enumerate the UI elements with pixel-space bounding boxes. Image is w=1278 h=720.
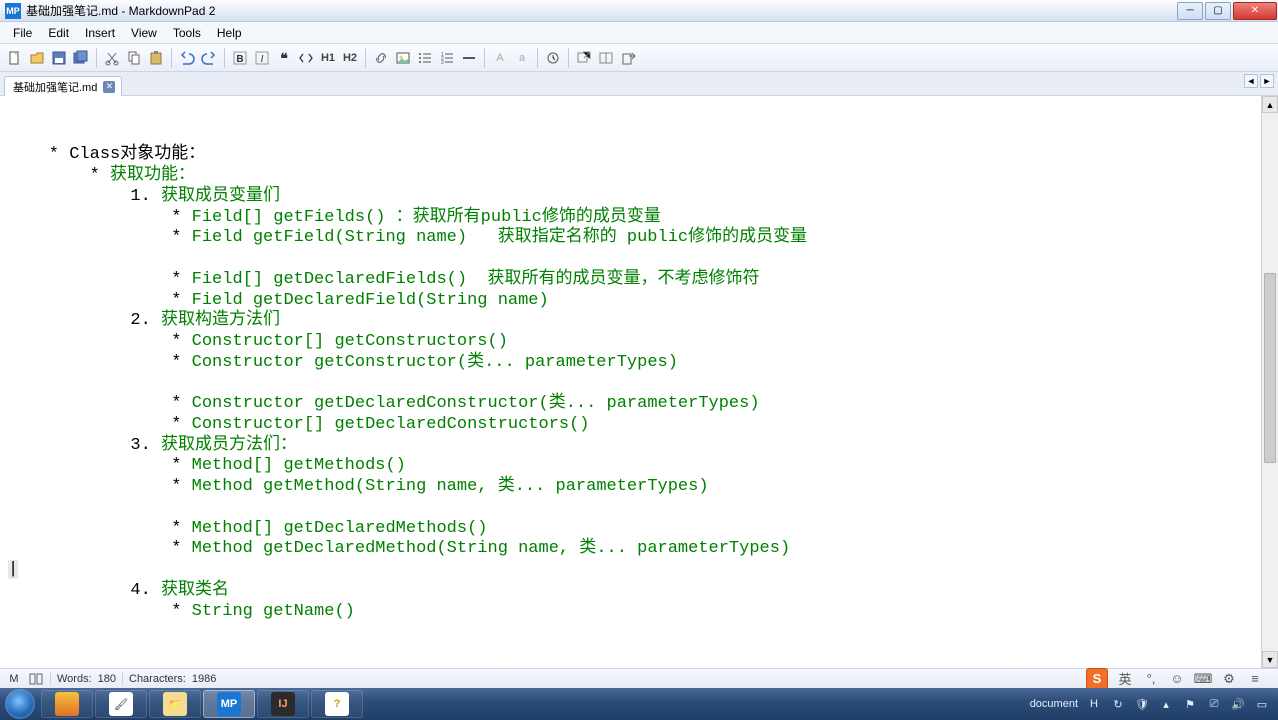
menu-insert[interactable]: Insert	[77, 24, 123, 42]
system-tray: document H ↻ 🛡 ▴ ⚑ ⎚ 🔊 ▭	[1030, 696, 1278, 712]
tray-more-icon[interactable]: ▴	[1158, 696, 1174, 712]
link-icon[interactable]	[371, 48, 391, 68]
taskbar: 🖌 📁 MP IJ ? document H ↻ 🛡 ▴ ⚑ ⎚ 🔊 ▭	[0, 688, 1278, 720]
status-bar: M Words: 180 Characters: 1986 S 英 °, ☺ ⌨…	[0, 668, 1278, 688]
tab-document[interactable]: 基础加强笔记.md ✕	[4, 76, 122, 96]
scroll-up-button[interactable]: ▲	[1262, 96, 1278, 113]
tab-close-icon[interactable]: ✕	[103, 81, 115, 93]
save-icon[interactable]	[49, 48, 69, 68]
words-label: Words:	[57, 673, 92, 685]
menu-help[interactable]: Help	[209, 24, 250, 42]
task-paint[interactable]: 🖌	[95, 690, 147, 718]
separator	[568, 48, 569, 68]
heading1-button[interactable]: H1	[318, 48, 338, 68]
preview-split-icon[interactable]	[596, 48, 616, 68]
ime-soft-keyboard-icon[interactable]: ⌨	[1194, 670, 1212, 688]
tray-action-icon[interactable]: ⚑	[1182, 696, 1198, 712]
ime-menu-icon[interactable]: ≡	[1246, 670, 1264, 688]
ime-punct-button[interactable]: °,	[1142, 670, 1160, 688]
tray-ime-icon[interactable]: H	[1086, 696, 1102, 712]
scroll-thumb[interactable]	[1264, 273, 1276, 463]
menu-view[interactable]: View	[123, 24, 165, 42]
tray-volume-icon[interactable]: 🔊	[1230, 696, 1246, 712]
separator	[122, 672, 123, 686]
toolbar: B I ❝ H1 H2 123 A a	[0, 44, 1278, 72]
separator	[484, 48, 485, 68]
svg-text:I: I	[261, 54, 264, 65]
window-controls: ─ ▢ ✕	[1176, 2, 1278, 20]
font-larger-button[interactable]: A	[490, 48, 510, 68]
code-icon[interactable]	[296, 48, 316, 68]
ordered-list-icon[interactable]: 123	[437, 48, 457, 68]
paste-icon[interactable]	[146, 48, 166, 68]
redo-icon[interactable]	[199, 48, 219, 68]
quote-icon[interactable]: ❝	[274, 48, 294, 68]
tray-network-icon[interactable]: ⎚	[1206, 696, 1222, 712]
export-icon[interactable]	[618, 48, 638, 68]
italic-icon[interactable]: I	[252, 48, 272, 68]
preview-external-icon[interactable]	[574, 48, 594, 68]
save-all-icon[interactable]	[71, 48, 91, 68]
tab-strip: 基础加强笔记.md ✕ ◄ ►	[0, 72, 1278, 96]
ime-lang-button[interactable]: 英	[1116, 670, 1134, 688]
vertical-scrollbar[interactable]: ▲ ▼	[1261, 96, 1278, 668]
open-file-icon[interactable]	[27, 48, 47, 68]
bold-icon[interactable]: B	[230, 48, 250, 68]
markdown-mode-icon[interactable]: M	[6, 672, 22, 686]
menu-tools[interactable]: Tools	[165, 24, 209, 42]
task-intellij[interactable]: IJ	[257, 690, 309, 718]
editor-area: * Class对象功能： * 获取功能： 1. 获取成员变量们 * Field[…	[0, 96, 1278, 668]
tray-document-label: document	[1030, 698, 1078, 710]
menu-bar: File Edit Insert View Tools Help	[0, 22, 1278, 44]
separator	[224, 48, 225, 68]
menu-file[interactable]: File	[5, 24, 40, 42]
new-file-icon[interactable]	[5, 48, 25, 68]
font-smaller-button[interactable]: a	[512, 48, 532, 68]
app-icon: MP	[5, 3, 21, 19]
cut-icon[interactable]	[102, 48, 122, 68]
task-help[interactable]: ?	[311, 690, 363, 718]
timestamp-icon[interactable]	[543, 48, 563, 68]
separator	[537, 48, 538, 68]
book-icon[interactable]	[28, 672, 44, 686]
scroll-track[interactable]	[1262, 113, 1278, 651]
ime-emoji-icon[interactable]: ☺	[1168, 670, 1186, 688]
maximize-button[interactable]: ▢	[1205, 2, 1231, 20]
words-count: 180	[98, 673, 116, 685]
tray-sync-icon[interactable]: ↻	[1110, 696, 1126, 712]
ime-brand-icon[interactable]: S	[1086, 668, 1108, 690]
title-bar: MP 基础加强笔记.md - MarkdownPad 2 ─ ▢ ✕	[0, 0, 1278, 22]
separator	[96, 48, 97, 68]
copy-icon[interactable]	[124, 48, 144, 68]
task-explorer[interactable]: 📁	[149, 690, 201, 718]
svg-text:B: B	[236, 54, 243, 65]
task-app-1[interactable]	[41, 690, 93, 718]
window-title: 基础加强笔记.md - MarkdownPad 2	[26, 2, 215, 19]
svg-text:❝: ❝	[280, 50, 288, 66]
close-button[interactable]: ✕	[1233, 2, 1277, 20]
tab-prev-button[interactable]: ◄	[1244, 74, 1258, 88]
text-editor[interactable]: * Class对象功能： * 获取功能： 1. 获取成员变量们 * Field[…	[0, 96, 1261, 668]
chars-label: Characters:	[129, 673, 186, 685]
undo-icon[interactable]	[177, 48, 197, 68]
tab-nav: ◄ ►	[1244, 74, 1274, 88]
separator	[365, 48, 366, 68]
separator	[50, 672, 51, 686]
ime-settings-icon[interactable]: ⚙	[1220, 670, 1238, 688]
image-icon[interactable]	[393, 48, 413, 68]
separator	[171, 48, 172, 68]
tab-label: 基础加强笔记.md	[13, 79, 97, 95]
chars-count: 1986	[192, 673, 216, 685]
unordered-list-icon[interactable]	[415, 48, 435, 68]
tray-screen-icon[interactable]: ▭	[1254, 696, 1270, 712]
hr-icon[interactable]	[459, 48, 479, 68]
tab-next-button[interactable]: ►	[1260, 74, 1274, 88]
heading2-button[interactable]: H2	[340, 48, 360, 68]
task-markdownpad[interactable]: MP	[203, 690, 255, 718]
minimize-button[interactable]: ─	[1177, 2, 1203, 20]
menu-edit[interactable]: Edit	[40, 24, 77, 42]
tray-shield-icon[interactable]: 🛡	[1134, 696, 1150, 712]
start-button[interactable]	[0, 688, 40, 720]
svg-text:3: 3	[441, 60, 444, 66]
